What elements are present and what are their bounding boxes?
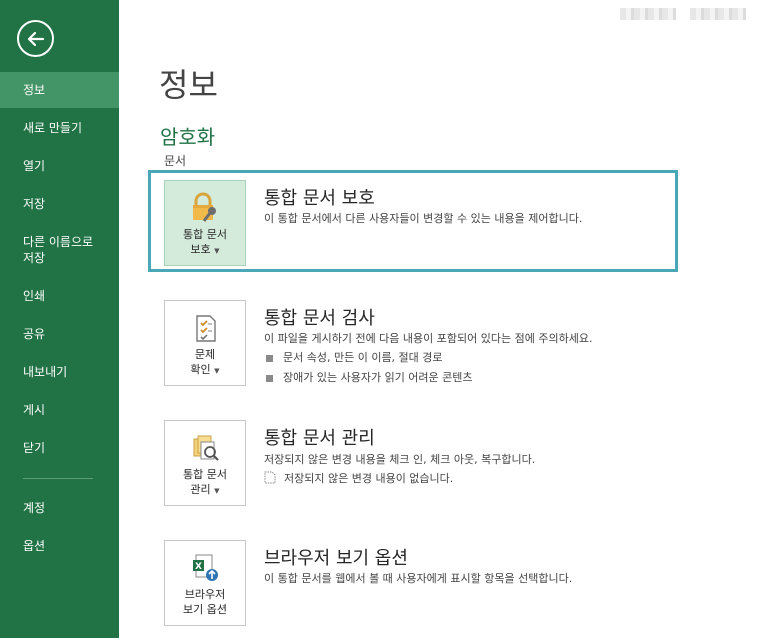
inspect-bullet-item: 문서 속성, 만든 이 이름, 절대 경로	[266, 349, 443, 365]
inspect-workbook-title: 통합 문서 검사	[264, 308, 375, 329]
manage-workbook-note: 저장되지 않은 변경 내용이 없습니다.	[264, 470, 453, 486]
sidebar-item-options[interactable]: 옵션	[0, 528, 119, 564]
sidebar-item-close[interactable]: 닫기	[0, 430, 119, 466]
protect-workbook-title: 통합 문서 보호	[264, 188, 375, 209]
sidebar-item-account[interactable]: 계정	[0, 490, 119, 526]
dropdown-caret-icon: ▼	[214, 367, 220, 375]
manage-workbook-icon	[193, 435, 219, 461]
bullet-square-icon	[266, 354, 273, 362]
back-arrow-icon	[27, 31, 45, 47]
sidebar-item-print[interactable]: 인쇄	[0, 278, 119, 314]
sidebar-item-save[interactable]: 저장	[0, 186, 119, 222]
section-title: 암호화	[160, 125, 216, 149]
protect-workbook-desc: 이 통합 문서에서 다른 사용자들이 변경할 수 있는 내용을 제어합니다.	[264, 212, 583, 225]
blurred-filename	[620, 8, 676, 20]
sidebar-item-new[interactable]: 새로 만들기	[0, 110, 119, 146]
protect-workbook-button[interactable]: 통합 문서 보호 ▼	[164, 180, 246, 266]
backstage-sidebar: 정보 새로 만들기 열기 저장 다른 이름으로 저장 인쇄 공유 내보내기 게시…	[0, 0, 119, 638]
browser-view-options-desc: 이 통합 문서를 웹에서 볼 때 사용자에게 표시할 항목을 선택합니다.	[264, 572, 573, 585]
browser-view-icon: X	[193, 554, 218, 581]
sidebar-divider	[23, 478, 93, 479]
manage-workbook-button[interactable]: 통합 문서 관리 ▼	[164, 420, 246, 506]
page-title: 정보	[159, 66, 218, 104]
document-icon	[264, 471, 276, 484]
bullet-square-icon	[266, 374, 273, 382]
check-issues-button[interactable]: 문제 확인 ▼	[164, 300, 246, 386]
back-button[interactable]	[17, 20, 54, 57]
dropdown-caret-icon: ▼	[214, 487, 220, 495]
blurred-username	[690, 8, 746, 20]
sidebar-item-save-as[interactable]: 다른 이름으로 저장	[0, 232, 119, 268]
manage-workbook-title: 통합 문서 관리	[264, 428, 375, 449]
inspect-document-icon	[196, 315, 216, 342]
manage-workbook-desc: 저장되지 않은 변경 내용을 체크 인, 체크 아웃, 복구합니다.	[264, 453, 536, 466]
lock-icon	[193, 192, 216, 222]
sidebar-item-share[interactable]: 공유	[0, 316, 119, 352]
browser-view-options-title: 브라우저 보기 옵션	[264, 548, 408, 569]
sidebar-item-info[interactable]: 정보	[0, 72, 119, 108]
svg-text:X: X	[195, 562, 202, 572]
sidebar-item-publish[interactable]: 게시	[0, 392, 119, 428]
sidebar-item-open[interactable]: 열기	[0, 148, 119, 184]
section-subtitle: 문서	[164, 154, 187, 168]
browser-view-options-button[interactable]: X 브라우저 보기 옵션	[164, 540, 246, 626]
sidebar-item-export[interactable]: 내보내기	[0, 354, 119, 390]
inspect-bullet-item: 장애가 있는 사용자가 읽기 어려운 콘텐츠	[266, 369, 473, 385]
dropdown-caret-icon: ▼	[214, 247, 220, 255]
inspect-workbook-desc: 이 파일을 게시하기 전에 다음 내용이 포함되어 있다는 점에 주의하세요.	[264, 332, 593, 345]
